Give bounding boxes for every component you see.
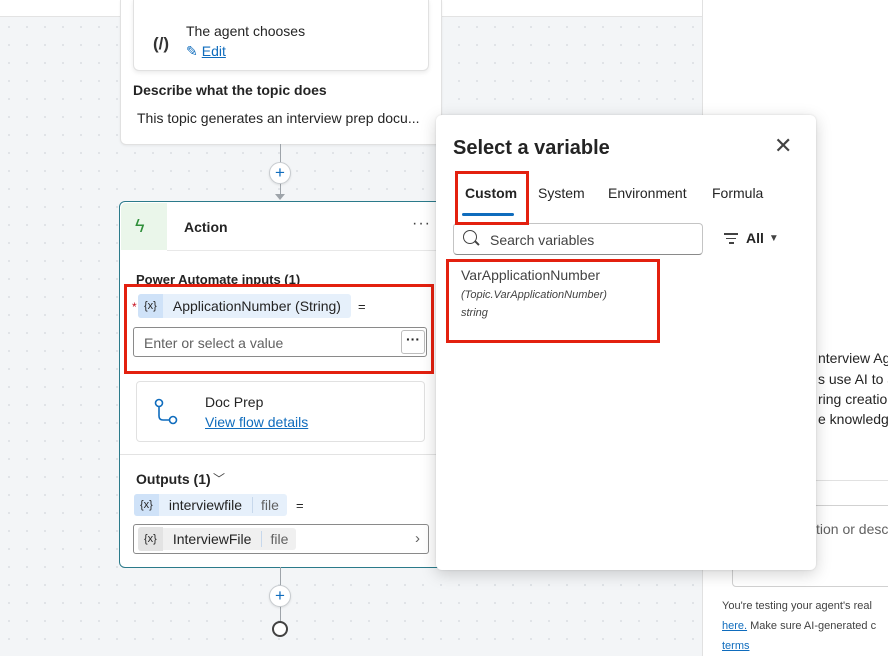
variable-icon: {x} xyxy=(134,494,159,516)
connector-arrow-icon xyxy=(275,194,285,200)
tab-environment[interactable]: Environment xyxy=(608,185,687,201)
chevron-right-icon[interactable]: › xyxy=(415,530,420,547)
highlight-box xyxy=(446,259,660,343)
test-panel-text-line: s use AI to a xyxy=(818,371,888,387)
add-node-button[interactable]: + xyxy=(269,162,291,184)
divider xyxy=(815,480,888,481)
filter-label: All xyxy=(746,230,764,247)
output-variable-name: interviewfile xyxy=(168,497,242,513)
test-chat-placeholder: tion or descr xyxy=(816,521,888,537)
edit-link[interactable]: ✎ Edit xyxy=(186,43,226,60)
highlight-box xyxy=(124,284,434,374)
outputs-label[interactable]: Outputs (1) xyxy=(136,471,211,487)
divider xyxy=(167,250,449,251)
describe-text[interactable]: This topic generates an interview prep d… xyxy=(137,110,427,126)
flow-card: Doc Prep View flow details xyxy=(136,381,425,442)
close-icon[interactable]: ✕ xyxy=(774,135,792,157)
chevron-down-icon: ▼ xyxy=(768,232,779,244)
test-footer-text: Make sure AI-generated c xyxy=(747,620,877,632)
lightning-bolt-icon: ϟ xyxy=(135,216,145,236)
trigger-card: (/) The agent chooses ✎ Edit Describe wha… xyxy=(120,0,442,145)
output-variable-chip: {x} interviewfile file xyxy=(134,494,287,516)
divider xyxy=(120,454,450,455)
pencil-icon: ✎ xyxy=(186,43,198,59)
agent-chooses-box: (/) The agent chooses ✎ Edit xyxy=(133,0,429,71)
output-target-name: InterviewFile xyxy=(172,531,252,547)
test-panel-text-line: e knowledge xyxy=(818,411,888,427)
action-more-button[interactable]: ··· xyxy=(412,215,431,233)
test-panel-text-line: nterview Ag xyxy=(818,350,888,366)
action-title: Action xyxy=(184,219,228,235)
search-icon xyxy=(463,230,477,244)
highlight-box xyxy=(455,171,529,225)
agent-chooses-title: The agent chooses xyxy=(186,23,306,39)
variable-icon: {x} xyxy=(138,527,163,551)
output-variable-type: file xyxy=(252,497,287,513)
search-field[interactable] xyxy=(453,223,703,255)
output-target-field[interactable]: {x} InterviewFile file › xyxy=(133,524,429,554)
test-panel-text-line: ring creation xyxy=(818,391,888,407)
here-link[interactable]: here. xyxy=(722,620,747,632)
end-node-icon xyxy=(272,621,288,637)
flow-icon xyxy=(154,398,178,425)
edit-link-label: Edit xyxy=(201,43,226,59)
filter-button[interactable]: All ▼ xyxy=(724,230,779,247)
dialog-title: Select a variable xyxy=(453,137,610,159)
output-target-type: file xyxy=(261,531,296,547)
flow-name: Doc Prep xyxy=(205,394,264,410)
chevron-down-icon[interactable]: ﹀ xyxy=(213,470,225,487)
view-flow-details-link[interactable]: View flow details xyxy=(205,414,308,430)
search-input[interactable] xyxy=(488,229,692,251)
action-icon-box: ϟ xyxy=(121,203,167,250)
filter-icon xyxy=(724,230,738,247)
test-footer-text: You're testing your agent's real xyxy=(722,600,872,612)
agent-logic-icon: (/) xyxy=(152,34,170,53)
test-footer-line2: here. Make sure AI-generated c xyxy=(722,620,876,632)
tab-system[interactable]: System xyxy=(538,185,585,201)
add-node-button[interactable]: + xyxy=(269,585,291,607)
equals-sign: = xyxy=(296,498,304,513)
terms-link[interactable]: terms xyxy=(722,640,750,652)
tab-formula[interactable]: Formula xyxy=(712,185,763,201)
describe-label: Describe what the topic does xyxy=(133,82,327,98)
output-target-chip: {x} InterviewFile file xyxy=(138,527,297,551)
action-node[interactable]: ϟ Action ··· Power Automate inputs (1) *… xyxy=(119,201,451,568)
